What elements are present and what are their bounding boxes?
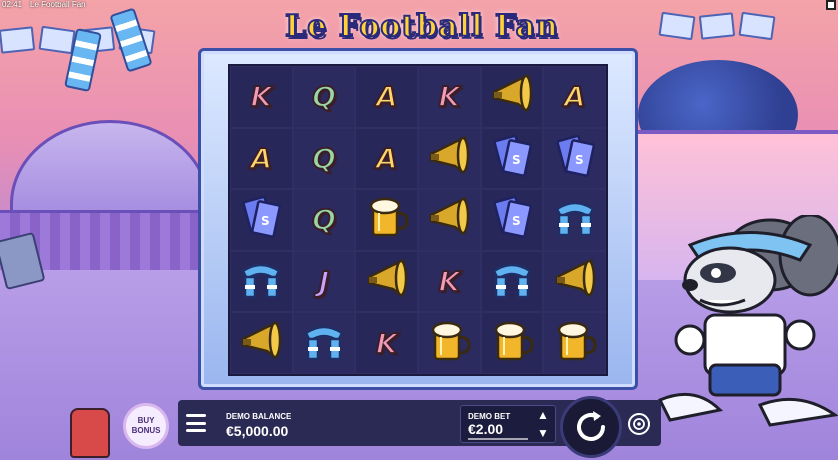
reel-cell: A: [355, 127, 418, 190]
balance-label: DEMO BALANCE: [226, 412, 292, 421]
symbol-letter-q: Q: [311, 202, 337, 237]
horn-icon: [425, 132, 473, 185]
reel-cell: K: [230, 66, 293, 128]
beer-mug-icon: [551, 317, 599, 370]
symbol-letter-a: A: [375, 79, 399, 114]
fire-extinguisher: [70, 408, 110, 458]
symbol-letter-q: Q: [311, 79, 337, 114]
reel-cell: [480, 250, 544, 313]
menu-icon-bar: [186, 429, 206, 432]
symbol-letter-a: A: [375, 141, 399, 176]
reel-cell: A: [355, 66, 418, 128]
reel-cell: Q: [292, 66, 356, 128]
bunting-flag: [738, 11, 776, 41]
horn-icon: [425, 193, 473, 246]
beer-mug-icon: [363, 193, 411, 246]
status-app-title: Le Football Fan: [30, 0, 86, 9]
balance-value: €5,000.00: [226, 423, 289, 439]
scarf-icon: [551, 193, 599, 246]
reel-cell: [480, 312, 544, 374]
horn-icon: [363, 255, 411, 308]
bet-display: DEMO BET €2.00: [468, 412, 510, 437]
bet-stepper: ▲ ▼: [534, 408, 552, 440]
reel-cell: A: [230, 127, 293, 190]
reel-cell: [543, 312, 606, 374]
game-logo-text: Le Football Fan: [284, 8, 559, 45]
symbol-letter-k: K: [249, 79, 273, 114]
spin-icon: [577, 411, 605, 441]
bunting-flag: [38, 25, 76, 55]
buy-bonus-button[interactable]: BUY BONUS: [123, 403, 169, 449]
bet-decrease-icon[interactable]: ▼: [537, 426, 549, 440]
bet-increase-icon[interactable]: ▲: [537, 408, 549, 422]
reel-cell: K: [418, 250, 481, 313]
bunting-flag: [0, 26, 36, 54]
trash-bin-body: [0, 231, 46, 291]
menu-icon[interactable]: [186, 414, 206, 432]
tickets-icon: S: [488, 132, 536, 185]
bet-label: DEMO BET: [468, 412, 511, 421]
game-logo: Le Football Fan: [262, 6, 582, 46]
svg-text:S: S: [575, 153, 584, 167]
bet-value: €2.00: [468, 421, 504, 437]
beer-mug-icon: [488, 317, 536, 370]
autoplay-button[interactable]: [628, 413, 650, 435]
bunting-flag: [698, 12, 736, 40]
symbol-letter-a: A: [563, 79, 587, 114]
horn-icon: [551, 255, 599, 308]
bet-underline: [468, 438, 528, 440]
scarf-icon: [488, 255, 536, 308]
reel-cell: Q: [292, 127, 356, 190]
svg-text:S: S: [512, 153, 521, 167]
bunting-right: [658, 11, 776, 41]
reel-cell: A: [543, 66, 606, 128]
reel-cell: [543, 250, 606, 313]
reel-cell: [418, 189, 481, 251]
trash-bin: [0, 231, 70, 296]
reel-cell: [355, 250, 418, 313]
symbol-letter-k: K: [437, 79, 461, 114]
symbol-letter-j: J: [318, 264, 331, 299]
svg-text:S: S: [512, 214, 521, 228]
horn-icon: [488, 70, 536, 123]
reel-cell: S: [480, 127, 544, 190]
symbol-letter-k: K: [375, 326, 399, 361]
svg-text:S: S: [261, 214, 270, 228]
scarf-icon: [237, 255, 285, 308]
horn-icon: [237, 317, 285, 370]
spin-button[interactable]: [560, 396, 622, 458]
reel-cell: [230, 312, 293, 374]
scarf-icon: [300, 317, 348, 370]
tickets-icon: S: [551, 132, 599, 185]
symbol-letter-k: K: [437, 264, 461, 299]
reel-cell: S: [480, 189, 544, 251]
symbol-letter-q: Q: [311, 141, 337, 176]
beer-mug-icon: [425, 317, 473, 370]
reel-grid: KQAKAAQASSSQSJKK: [228, 64, 608, 376]
tickets-icon: S: [237, 193, 285, 246]
status-time: 02:41: [2, 0, 23, 9]
autoplay-icon: [633, 418, 645, 430]
menu-icon-bar: [186, 421, 206, 425]
reel-cell: J: [292, 250, 356, 313]
reel-cell: Q: [292, 189, 356, 251]
menu-icon-bar: [186, 414, 206, 417]
reel-cell: [418, 127, 481, 190]
reel-cell: [230, 250, 293, 313]
reel-cell: [543, 189, 606, 251]
reel-cell: [418, 312, 481, 374]
reel-cell: K: [418, 66, 481, 128]
raccoon-mascot: [657, 215, 838, 427]
corner-menu-icon[interactable]: [826, 0, 836, 10]
balance-display: DEMO BALANCE €5,000.00: [226, 412, 291, 439]
reel-cell: [355, 189, 418, 251]
reel-cell: [292, 312, 356, 374]
reel-cell: K: [355, 312, 418, 374]
reel-cell: S: [543, 127, 606, 190]
symbol-letter-a: A: [249, 141, 273, 176]
reel-cell: [480, 66, 544, 128]
tickets-icon: S: [488, 193, 536, 246]
reel-cell: S: [230, 189, 293, 251]
bunting-flag: [658, 11, 696, 41]
